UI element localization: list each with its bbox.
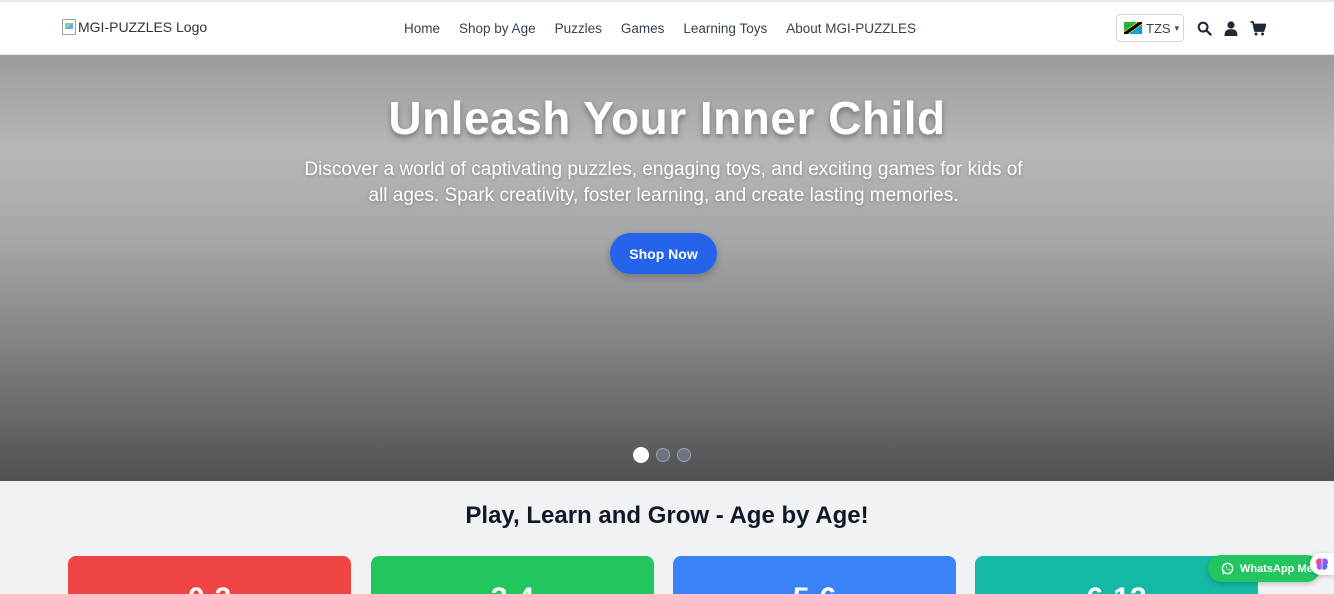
- hero-title: Unleash Your Inner Child: [388, 92, 946, 144]
- carousel-dot-2[interactable]: [656, 448, 670, 462]
- user-icon[interactable]: [1222, 19, 1240, 37]
- search-icon[interactable]: [1195, 19, 1213, 37]
- age-card-3-4[interactable]: 3-4: [371, 556, 654, 594]
- nav-puzzles[interactable]: Puzzles: [555, 21, 602, 36]
- whatsapp-button[interactable]: WhatsApp Me: [1208, 555, 1320, 582]
- age-card-0-2[interactable]: 0-2: [68, 556, 351, 594]
- tanzania-flag-icon: [1124, 22, 1142, 34]
- age-card-5-6[interactable]: 5-6: [673, 556, 956, 594]
- currency-code: TZS: [1146, 20, 1171, 36]
- nav-shop-by-age[interactable]: Shop by Age: [459, 21, 536, 36]
- whatsapp-label: WhatsApp Me: [1240, 562, 1313, 575]
- cart-icon[interactable]: [1249, 19, 1267, 37]
- broken-image-icon: [62, 19, 76, 35]
- main-nav: Home Shop by Age Puzzles Games Learning …: [404, 2, 916, 55]
- age-card-label: 5-6: [673, 582, 956, 594]
- nav-games[interactable]: Games: [621, 21, 665, 36]
- nav-home[interactable]: Home: [404, 21, 440, 36]
- age-card-label: 3-4: [371, 582, 654, 594]
- whatsapp-icon: [1221, 562, 1234, 575]
- site-header: MGI-PUZZLES Logo Home Shop by Age Puzzle…: [0, 2, 1334, 55]
- brain-icon: [1315, 558, 1329, 570]
- age-section-title: Play, Learn and Grow - Age by Age!: [465, 502, 869, 529]
- hero-subtitle: Discover a world of captivating puzzles,…: [304, 159, 1023, 206]
- hero-carousel: Unleash Your Inner Child Discover a worl…: [0, 55, 1334, 481]
- nav-learning-toys[interactable]: Learning Toys: [683, 21, 767, 36]
- carousel-indicators: [633, 447, 691, 463]
- carousel-dot-1[interactable]: [633, 447, 649, 463]
- nav-about[interactable]: About MGI-PUZZLES: [786, 21, 916, 36]
- assistant-widget[interactable]: [1310, 553, 1334, 575]
- chevron-down-icon: ▾: [1174, 22, 1180, 33]
- carousel-dot-3[interactable]: [677, 448, 691, 462]
- logo-alt-text: MGI-PUZZLES Logo: [78, 19, 208, 35]
- shop-now-button[interactable]: Shop Now: [610, 233, 717, 274]
- age-card-label: 6-12: [975, 582, 1258, 594]
- age-card-label: 0-2: [68, 582, 351, 594]
- site-logo[interactable]: MGI-PUZZLES Logo: [62, 17, 207, 37]
- currency-selector[interactable]: TZS ▾: [1116, 14, 1184, 42]
